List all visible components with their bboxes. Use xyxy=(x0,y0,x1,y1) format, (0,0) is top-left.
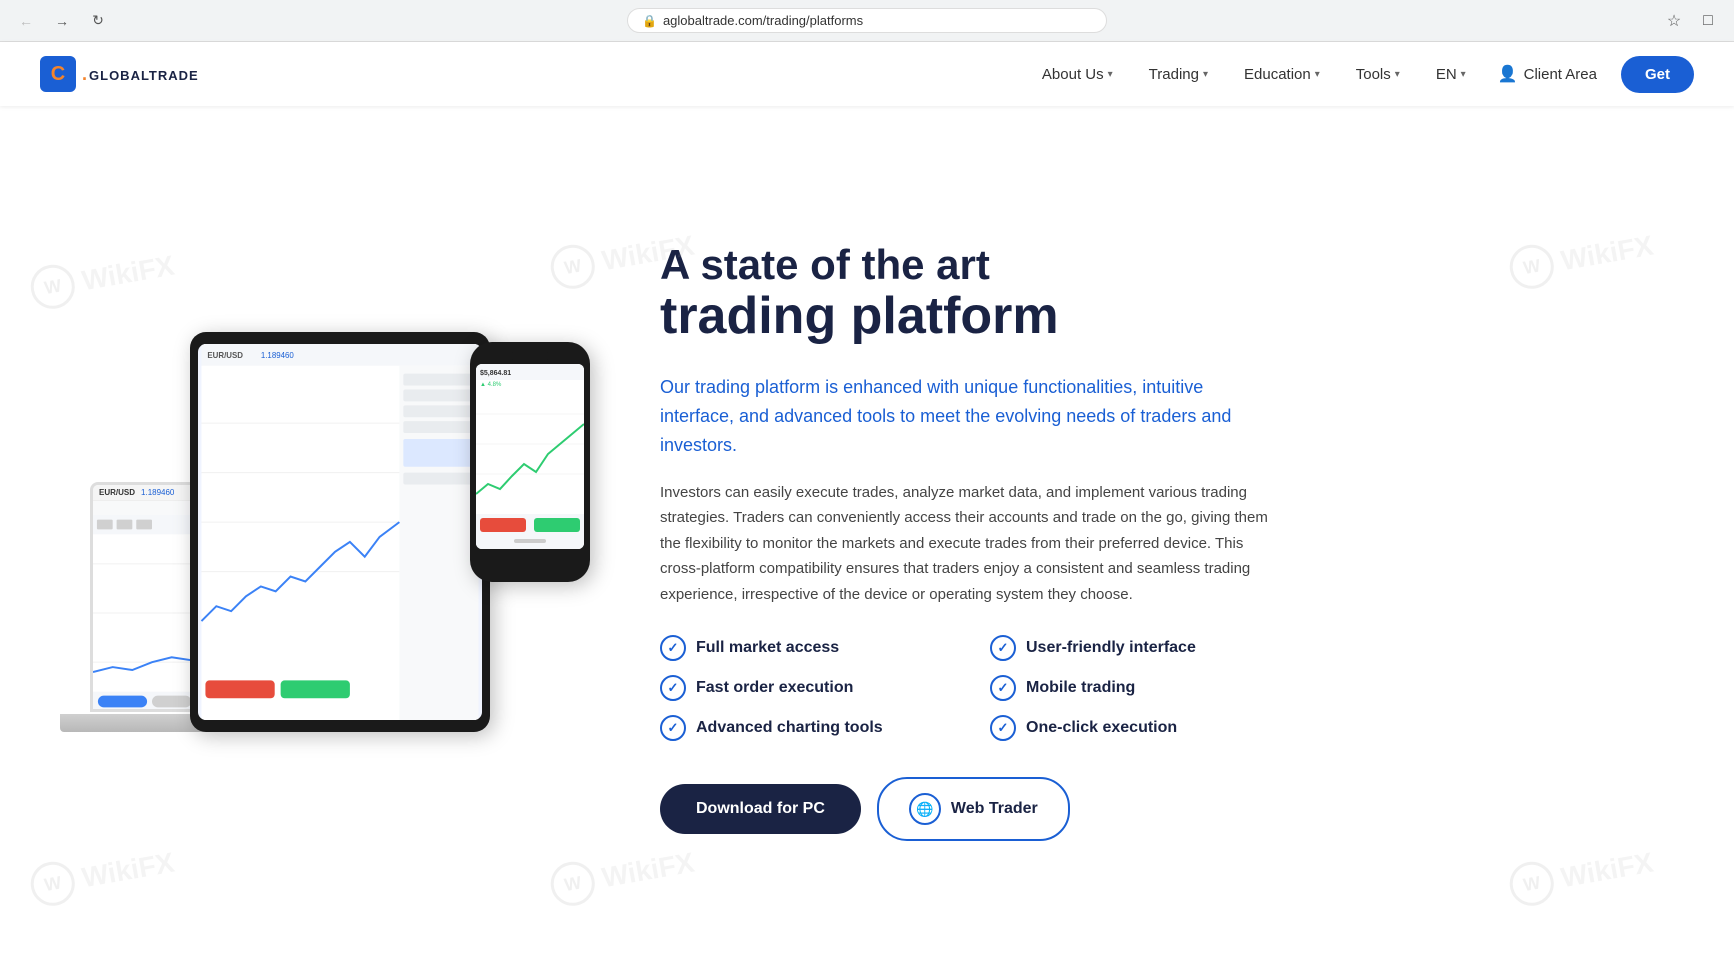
svg-text:$5,864.81: $5,864.81 xyxy=(480,370,511,377)
nav-link-tools[interactable]: Tools ▾ xyxy=(1340,58,1416,91)
get-started-button[interactable]: Get xyxy=(1621,56,1694,93)
feature-user-friendly: ✓ User-friendly interface xyxy=(990,635,1280,661)
title-main: trading platform xyxy=(660,287,1059,345)
svg-text:1.189460: 1.189460 xyxy=(261,350,295,359)
check-icon-1: ✓ xyxy=(660,635,686,661)
cta-buttons: Download for PC 🌐 Web Trader xyxy=(660,777,1280,841)
svg-text:▲ 4.8%: ▲ 4.8% xyxy=(480,382,502,388)
check-icon-4: ✓ xyxy=(990,675,1016,701)
bookmark-button[interactable]: ☆ xyxy=(1660,7,1688,35)
check-icon-6: ✓ xyxy=(990,715,1016,741)
tablet-chart-svg: EUR/USD 1.189460 xyxy=(198,344,482,720)
nav-item-about: About Us ▾ xyxy=(1026,58,1129,91)
nav-link-language[interactable]: EN ▾ xyxy=(1420,58,1482,91)
browser-chrome: ← → ↻ 🔒 aglobaltrade.com/trading/platfor… xyxy=(0,0,1734,42)
watermark-4: W WikiFX xyxy=(27,841,178,910)
main-content: W WikiFX W WikiFX W WikiFX W WikiFX W Wi… xyxy=(0,106,1734,977)
features-grid: ✓ Full market access ✓ User-friendly int… xyxy=(660,635,1280,741)
check-icon-2: ✓ xyxy=(990,635,1016,661)
nav-item-trading: Trading ▾ xyxy=(1133,58,1224,91)
address-bar[interactable]: 🔒 aglobaltrade.com/trading/platforms xyxy=(627,8,1107,33)
feature-one-click: ✓ One-click execution xyxy=(990,715,1280,741)
user-icon: 👤 xyxy=(1498,64,1518,84)
web-trader-button[interactable]: 🌐 Web Trader xyxy=(877,777,1070,841)
client-area-link[interactable]: 👤 Client Area xyxy=(1482,56,1613,92)
nav-link-trading[interactable]: Trading ▾ xyxy=(1133,58,1224,91)
nav-links: About Us ▾ Trading ▾ Education ▾ Tools ▾ xyxy=(1026,58,1482,91)
globe-icon: 🌐 xyxy=(909,793,941,825)
navbar: C .GLOBALTRADE About Us ▾ Trading ▾ Educ… xyxy=(0,42,1734,106)
feature-charting-tools: ✓ Advanced charting tools xyxy=(660,715,950,741)
chevron-down-icon-lang: ▾ xyxy=(1461,69,1466,80)
phone-chart-svg: $5,864.81 ▲ 4.8% xyxy=(476,364,584,549)
phone-frame: $5,864.81 ▲ 4.8% xyxy=(470,342,590,582)
chevron-down-icon-trading: ▾ xyxy=(1203,69,1208,80)
browser-back-button[interactable]: ← xyxy=(12,7,40,35)
nav-link-about[interactable]: About Us ▾ xyxy=(1026,58,1129,91)
nav-item-tools: Tools ▾ xyxy=(1340,58,1416,91)
nav-link-education[interactable]: Education ▾ xyxy=(1228,58,1336,91)
svg-text:EUR/USD: EUR/USD xyxy=(207,350,243,359)
feature-mobile-trading: ✓ Mobile trading xyxy=(990,675,1280,701)
chevron-down-icon-education: ▾ xyxy=(1315,69,1320,80)
logo-icon: C xyxy=(40,56,76,92)
browser-actions: ☆ □ xyxy=(1660,7,1722,35)
check-icon-3: ✓ xyxy=(660,675,686,701)
hero-subtitle: Our trading platform is enhanced with un… xyxy=(660,373,1280,459)
extensions-button[interactable]: □ xyxy=(1694,7,1722,35)
watermark-6: W WikiFX xyxy=(1506,841,1657,910)
feature-fast-order: ✓ Fast order execution xyxy=(660,675,950,701)
hero-title: A state of the art trading platform xyxy=(660,242,1280,345)
hero-body: Investors can easily execute trades, ana… xyxy=(660,480,1280,608)
tablet-frame: EUR/USD 1.189460 xyxy=(190,332,490,732)
logo[interactable]: C .GLOBALTRADE xyxy=(40,56,199,92)
logo-text: .GLOBALTRADE xyxy=(82,64,199,85)
device-tablet: EUR/USD 1.189460 xyxy=(190,332,490,732)
lock-icon: 🔒 xyxy=(642,14,657,28)
nav-item-education: Education ▾ xyxy=(1228,58,1336,91)
nav-item-language: EN ▾ xyxy=(1420,58,1482,91)
feature-full-market: ✓ Full market access xyxy=(660,635,950,661)
watermark-5: W WikiFX xyxy=(547,841,698,910)
phone-notch xyxy=(510,352,550,360)
device-phone: $5,864.81 ▲ 4.8% xyxy=(470,342,590,582)
devices-section: EUR/USD 1.189460 xyxy=(60,282,600,802)
tablet-screen: EUR/USD 1.189460 xyxy=(198,344,482,720)
check-icon-5: ✓ xyxy=(660,715,686,741)
chevron-down-icon: ▾ xyxy=(1108,69,1113,80)
url-text: aglobaltrade.com/trading/platforms xyxy=(663,13,863,28)
download-pc-button[interactable]: Download for PC xyxy=(660,784,861,834)
browser-refresh-button[interactable]: ↻ xyxy=(84,7,112,35)
browser-forward-button[interactable]: → xyxy=(48,7,76,35)
watermark-3: W WikiFX xyxy=(1506,224,1657,293)
title-partial: A state of the art xyxy=(660,242,1280,288)
chevron-down-icon-tools: ▾ xyxy=(1395,69,1400,80)
content-section: A state of the art trading platform Our … xyxy=(600,242,1280,841)
phone-screen: $5,864.81 ▲ 4.8% xyxy=(476,364,584,549)
